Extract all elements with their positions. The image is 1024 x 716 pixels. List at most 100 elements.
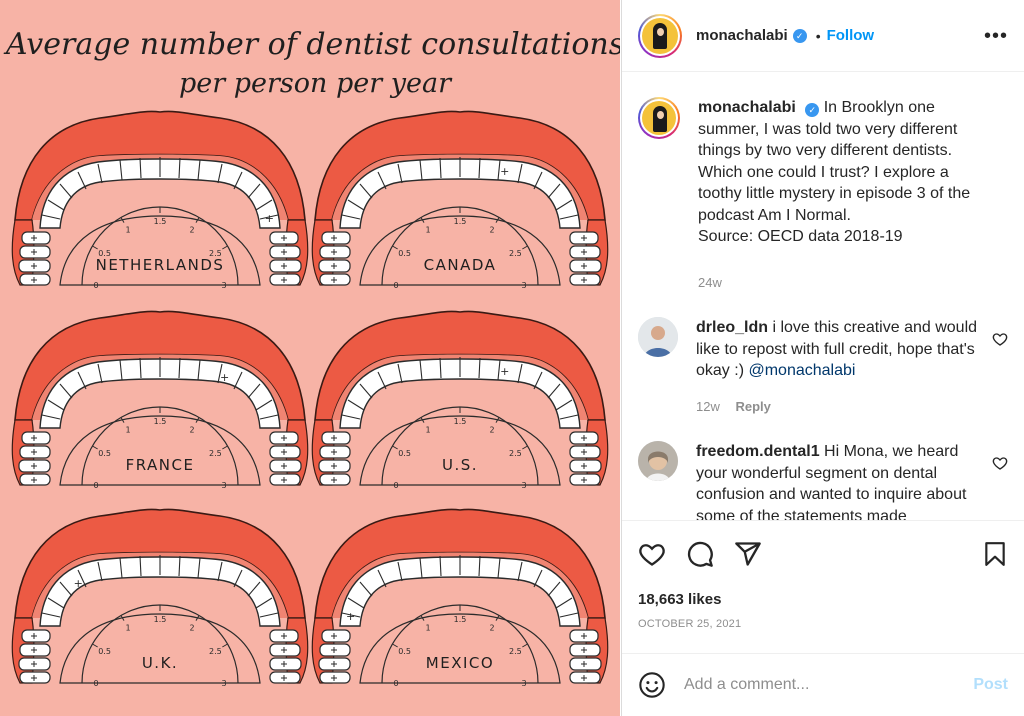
scale-label: 1.5 bbox=[454, 615, 467, 624]
scale-label: 3 bbox=[221, 281, 226, 290]
scale-label: 2.5 bbox=[509, 449, 522, 458]
scale-label: 1.5 bbox=[154, 217, 167, 226]
scale-label: 0.5 bbox=[398, 647, 411, 656]
post-date[interactable]: OCTOBER 25, 2021 bbox=[638, 618, 1008, 630]
consultation-marker: + bbox=[265, 212, 274, 225]
dentist-illustration: Average number of dentist consultations … bbox=[3, 27, 620, 688]
follow-button[interactable]: Follow bbox=[827, 27, 875, 44]
scale-label: 2 bbox=[489, 226, 494, 235]
post-image: Average number of dentist consultations … bbox=[0, 0, 620, 716]
scale-label: 2.5 bbox=[509, 249, 522, 258]
scale-label: 1 bbox=[125, 426, 130, 435]
verified-badge-icon: ✓ bbox=[792, 28, 807, 43]
country-mouth-panel: 0 0.5 1 1.5 2 2.5 3 + MEXICO bbox=[311, 508, 609, 688]
illustration-subtitle: per person per year bbox=[179, 68, 453, 99]
avatar-portrait-icon bbox=[642, 101, 676, 135]
scale-label: 3 bbox=[221, 481, 226, 490]
commenter-avatar[interactable] bbox=[638, 441, 678, 481]
country-label: FRANCE bbox=[126, 456, 195, 474]
comment-icon[interactable] bbox=[686, 540, 714, 568]
country-label: MEXICO bbox=[426, 654, 494, 672]
comment-input[interactable] bbox=[684, 676, 954, 694]
scale-label: 2 bbox=[489, 624, 494, 633]
scale-label: 2 bbox=[189, 624, 194, 633]
comment-item: freedom.dental1 Hi Mona, we heard your w… bbox=[638, 441, 1008, 520]
scale-label: 2.5 bbox=[209, 449, 222, 458]
avatar-portrait-icon bbox=[642, 17, 678, 54]
illustration-title: Average number of dentist consultations bbox=[3, 27, 620, 62]
scale-label: 0 bbox=[93, 679, 98, 688]
emoji-icon[interactable] bbox=[638, 671, 666, 699]
scale-label: 0 bbox=[393, 481, 398, 490]
country-mouth-panel: 0 0.5 1 1.5 2 2.5 3 + U.S. bbox=[311, 310, 609, 490]
post-header: monachalabi ✓ • Follow ••• bbox=[622, 0, 1024, 72]
scale-label: 0 bbox=[393, 679, 398, 688]
scale-label: 3 bbox=[521, 281, 526, 290]
scale-label: 2 bbox=[189, 426, 194, 435]
comment-item: drleo_ldn i love this creative and would… bbox=[638, 317, 1008, 417]
scale-label: 3 bbox=[521, 679, 526, 688]
scale-label: 0.5 bbox=[98, 449, 111, 458]
country-mouth-panel: 0 0.5 1 1.5 2 2.5 3 + CANADA bbox=[311, 110, 609, 290]
person-photo-icon bbox=[638, 317, 678, 357]
verified-badge-icon: ✓ bbox=[805, 103, 820, 117]
caption-username[interactable]: monachalabi bbox=[698, 99, 796, 116]
comment-mention[interactable]: @monachalabi bbox=[748, 362, 855, 379]
consultation-marker: + bbox=[346, 610, 355, 623]
caption-text: In Brooklyn one summer, I was told two v… bbox=[698, 99, 971, 224]
scale-label: 3 bbox=[521, 481, 526, 490]
country-label: U.S. bbox=[442, 456, 478, 474]
post-actions: 18,663 likes OCTOBER 25, 2021 bbox=[622, 520, 1024, 630]
country-label: U.K. bbox=[142, 654, 178, 672]
scale-label: 1 bbox=[425, 226, 430, 235]
comments-list[interactable]: monachalabi ✓ In Brooklyn one summer, I … bbox=[622, 73, 1024, 520]
scale-label: 0 bbox=[393, 281, 398, 290]
consultation-marker: + bbox=[74, 577, 83, 590]
scale-label: 0 bbox=[93, 281, 98, 290]
comment-time[interactable]: 12w bbox=[696, 399, 720, 414]
scale-label: 2.5 bbox=[209, 647, 222, 656]
consultation-marker: + bbox=[220, 371, 229, 384]
comment-username[interactable]: freedom.dental1 bbox=[696, 443, 820, 460]
scale-label: 1 bbox=[425, 624, 430, 633]
scale-label: 1 bbox=[125, 226, 130, 235]
country-mouth-panel: 00.511.522.53+NETHERLANDS bbox=[11, 110, 309, 290]
bookmark-icon[interactable] bbox=[982, 540, 1008, 568]
more-options-icon[interactable]: ••• bbox=[984, 26, 1008, 46]
commenter-avatar[interactable] bbox=[638, 317, 678, 357]
scale-label: 1.5 bbox=[454, 217, 467, 226]
caption-time[interactable]: 24w bbox=[698, 275, 722, 290]
share-icon[interactable] bbox=[734, 540, 762, 568]
scale-label: 1 bbox=[425, 426, 430, 435]
likes-count[interactable]: 18,663 likes bbox=[638, 591, 1008, 608]
author-avatar[interactable] bbox=[638, 13, 682, 58]
consultation-marker: + bbox=[500, 365, 509, 378]
scale-label: 0 bbox=[93, 481, 98, 490]
reply-button[interactable]: Reply bbox=[735, 399, 770, 414]
person-photo-icon bbox=[638, 441, 678, 481]
comment-composer: Post bbox=[622, 653, 1024, 716]
scale-label: 1.5 bbox=[154, 417, 167, 426]
scale-label: 0.5 bbox=[98, 647, 111, 656]
scale-label: 2 bbox=[189, 226, 194, 235]
scale-label: 3 bbox=[221, 679, 226, 688]
comment-username[interactable]: drleo_ldn bbox=[696, 319, 768, 336]
caption-source: Source: OECD data 2018-19 bbox=[698, 228, 903, 245]
scale-label: 1 bbox=[125, 624, 130, 633]
like-comment-heart-icon[interactable] bbox=[992, 331, 1008, 347]
header-separator: • bbox=[815, 27, 821, 44]
post-comment-button[interactable]: Post bbox=[973, 676, 1008, 694]
heart-icon[interactable] bbox=[638, 540, 666, 568]
like-comment-heart-icon[interactable] bbox=[992, 455, 1008, 471]
consultation-marker: + bbox=[500, 165, 509, 178]
caption-avatar[interactable] bbox=[638, 97, 680, 139]
country-mouth-panel: 0 0.5 1 1.5 2 2.5 3 + U.K. bbox=[11, 508, 309, 688]
country-label: CANADA bbox=[424, 256, 497, 274]
scale-label: 1.5 bbox=[154, 615, 167, 624]
country-mouth-panel: 0 0.5 1 1.5 2 2.5 3 + FRANCE bbox=[11, 310, 309, 490]
author-username[interactable]: monachalabi bbox=[696, 27, 788, 44]
scale-label: 0.5 bbox=[398, 449, 411, 458]
post-sidebar: monachalabi ✓ • Follow ••• monachalabi ✓… bbox=[621, 0, 1024, 716]
scale-label: 2.5 bbox=[509, 647, 522, 656]
scale-label: 2 bbox=[489, 426, 494, 435]
